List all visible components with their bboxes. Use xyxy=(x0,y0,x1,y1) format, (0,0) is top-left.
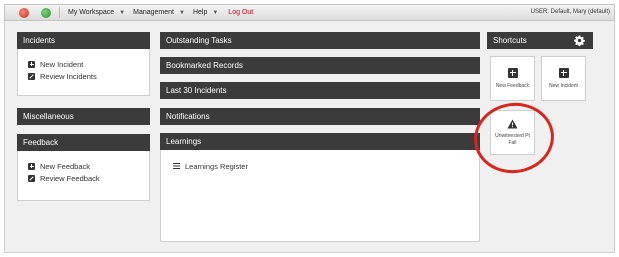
user-info: USER: Default, Mary (default) xyxy=(530,9,610,15)
new-incident-label: New Incident xyxy=(40,59,84,69)
menu-help[interactable]: Help ▼ xyxy=(193,9,218,16)
feedback-panel: New Feedback Review Feedback xyxy=(17,151,150,201)
new-incident-link[interactable]: New Incident xyxy=(28,58,149,70)
incidents-panel-header[interactable]: Incidents xyxy=(17,32,150,49)
refresh-icon[interactable] xyxy=(41,7,51,18)
miscellaneous-panel-header[interactable]: Miscellaneous xyxy=(17,108,150,125)
top-menu-bar: My Workspace ▼ Management ▼ Help ▼ Log O… xyxy=(4,4,615,21)
logout-link[interactable]: Log Out xyxy=(228,9,253,16)
shortcut-new-feedback-label: New Feedback xyxy=(495,82,530,89)
plus-square-icon xyxy=(507,67,518,78)
feedback-title: Feedback xyxy=(23,138,59,147)
outstanding-tasks-title: Outstanding Tasks xyxy=(166,36,232,45)
bookmarked-records-title: Bookmarked Records xyxy=(166,61,243,70)
edit-square-icon xyxy=(28,174,35,182)
shortcut-new-incident-label: New Incident xyxy=(549,82,578,89)
last-30-incidents-header[interactable]: Last 30 Incidents xyxy=(160,82,480,99)
incidents-panel: New Incident Review Incidents xyxy=(17,49,150,96)
last-30-incidents-title: Last 30 Incidents xyxy=(166,86,227,95)
shortcuts-header: Shortcuts xyxy=(487,32,593,49)
review-incidents-link[interactable]: Review Incidents xyxy=(28,70,149,82)
menu-help-label: Help xyxy=(192,9,208,16)
new-feedback-label: New Feedback xyxy=(40,161,91,171)
home-icon[interactable] xyxy=(19,7,29,18)
menu-my-workspace[interactable]: My Workspace ▼ xyxy=(68,9,125,16)
notifications-header[interactable]: Notifications xyxy=(160,108,480,125)
plus-square-icon xyxy=(558,67,569,78)
learnings-panel: Learnings Register xyxy=(160,150,480,242)
shortcut-new-incident[interactable]: New Incident xyxy=(541,56,586,101)
feedback-panel-header[interactable]: Feedback xyxy=(17,134,150,151)
plus-square-icon xyxy=(28,162,35,170)
shortcuts-title: Shortcuts xyxy=(493,36,527,45)
menu-my-workspace-label: My Workspace xyxy=(68,9,115,16)
learnings-header[interactable]: Learnings xyxy=(160,133,480,150)
review-feedback-link[interactable]: Review Feedback xyxy=(28,172,149,184)
miscellaneous-title: Miscellaneous xyxy=(23,112,74,121)
gear-icon[interactable] xyxy=(574,35,585,46)
chevron-down-icon: ▼ xyxy=(119,9,126,16)
bookmarked-records-header[interactable]: Bookmarked Records xyxy=(160,57,480,74)
outstanding-tasks-header[interactable]: Outstanding Tasks xyxy=(160,32,480,49)
plus-square-icon xyxy=(28,60,35,68)
incidents-title: Incidents xyxy=(23,36,56,45)
new-feedback-link[interactable]: New Feedback xyxy=(28,160,149,172)
menu-management[interactable]: Management ▼ xyxy=(133,9,185,16)
menu-divider xyxy=(59,7,60,18)
review-incidents-label: Review Incidents xyxy=(40,71,97,81)
chevron-down-icon: ▼ xyxy=(212,9,219,16)
list-icon xyxy=(173,163,180,169)
learnings-register-label: Learnings Register xyxy=(185,161,248,171)
learnings-title: Learnings xyxy=(166,137,202,146)
chevron-down-icon: ▼ xyxy=(178,9,185,16)
review-feedback-label: Review Feedback xyxy=(40,173,100,183)
notifications-title: Notifications xyxy=(166,112,210,121)
learnings-register-link[interactable]: Learnings Register xyxy=(173,160,479,172)
menu-management-label: Management xyxy=(133,9,174,16)
shortcut-new-feedback[interactable]: New Feedback xyxy=(490,56,535,101)
edit-square-icon xyxy=(28,72,35,80)
